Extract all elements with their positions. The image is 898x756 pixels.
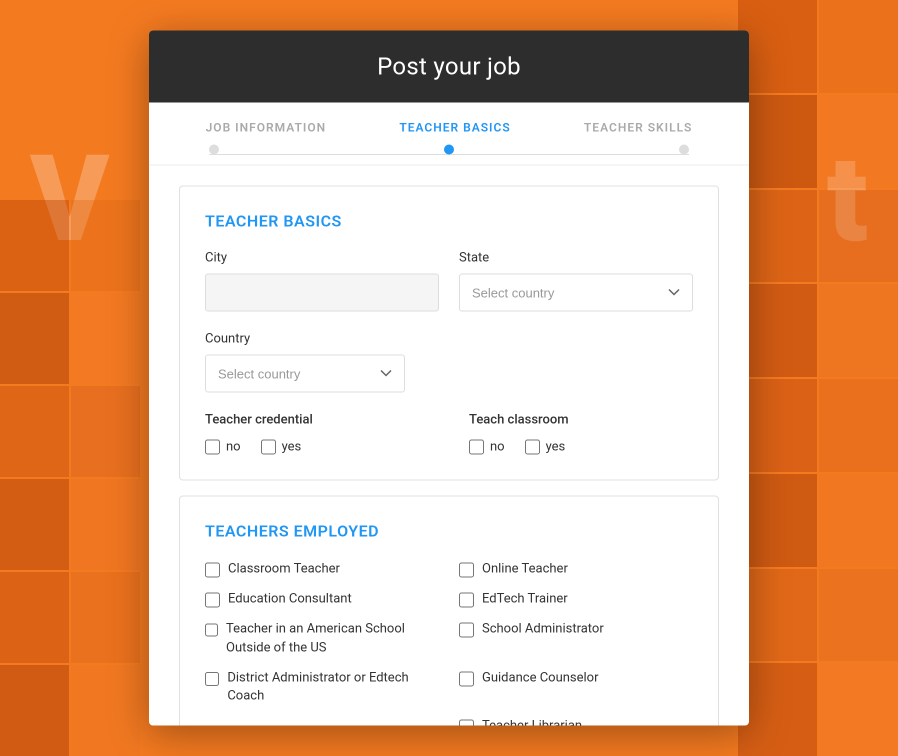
tab-dot-1	[209, 145, 219, 155]
tab-navigation: JOB INFORMATION TEACHER BASICS TEACHER S…	[149, 103, 749, 166]
tab-dot-3	[679, 145, 689, 155]
credential-yes-label: yes	[282, 440, 302, 455]
employed-grid: Classroom Teacher Online Teacher Educati…	[205, 561, 693, 726]
credential-no-checkbox[interactable]	[205, 440, 220, 455]
tab-dots	[209, 145, 689, 165]
state-select[interactable]: Select country	[459, 274, 693, 312]
employed-item-teacher-librarian: Teacher Librarian	[459, 718, 693, 726]
empty-group	[459, 332, 693, 393]
employed-item-classroom-teacher: Classroom Teacher	[205, 561, 439, 579]
employed-label-guidance-counselor: Guidance Counselor	[482, 669, 599, 687]
employed-label-teacher-librarian: Teacher Librarian	[482, 718, 582, 726]
employed-label-district-admin: District Administrator or Edtech Coach	[227, 669, 439, 705]
teacher-credential-group: Teacher credential no yes	[205, 413, 429, 455]
teachers-employed-section: TEACHERS EMPLOYED Classroom Teacher Onli…	[179, 496, 719, 726]
classroom-no-item: no	[469, 440, 505, 455]
modal-title: Post your job	[179, 53, 719, 81]
teacher-credential-options: no yes	[205, 440, 429, 455]
city-input[interactable]	[205, 274, 439, 312]
country-row: Country Select country	[205, 332, 693, 393]
employed-label-online-teacher: Online Teacher	[482, 561, 568, 579]
employed-checkbox-teacher-librarian[interactable]	[459, 720, 474, 726]
employed-checkbox-district-admin[interactable]	[205, 671, 219, 686]
classroom-no-label: no	[490, 440, 505, 455]
tab-labels: JOB INFORMATION TEACHER BASICS TEACHER S…	[149, 121, 749, 145]
employed-item-school-administrator: School Administrator	[459, 621, 693, 657]
modal: Post your job JOB INFORMATION TEACHER BA…	[149, 31, 749, 726]
tab-dot-2	[444, 145, 454, 155]
tab-teacher-skills[interactable]: TEACHER SKILLS	[584, 121, 692, 135]
modal-header: Post your job	[149, 31, 749, 103]
employed-checkbox-american-school[interactable]	[205, 623, 218, 638]
employed-item-online-teacher: Online Teacher	[459, 561, 693, 579]
country-group: Country Select country	[205, 332, 439, 393]
classroom-yes-item: yes	[525, 440, 566, 455]
credential-row: Teacher credential no yes Teach classroo	[205, 413, 693, 455]
employed-item-education-consultant: Education Consultant	[205, 591, 439, 609]
teacher-basics-section: TEACHER BASICS City State Select country…	[179, 186, 719, 481]
credential-no-label: no	[226, 440, 241, 455]
employed-item-guidance-counselor: Guidance Counselor	[459, 669, 693, 705]
tab-job-information[interactable]: JOB INFORMATION	[206, 121, 326, 135]
teach-classroom-label: Teach classroom	[469, 413, 693, 428]
employed-item-american-school: Teacher in an American School Outside of…	[205, 621, 439, 657]
employed-label-education-consultant: Education Consultant	[228, 591, 352, 609]
country-select[interactable]: Select country	[205, 355, 405, 393]
employed-label-american-school: Teacher in an American School Outside of…	[226, 621, 439, 657]
bg-photos-left	[0, 200, 140, 756]
employed-label-edtech-trainer: EdTech Trainer	[482, 591, 568, 609]
employed-item-edtech-trainer: EdTech Trainer	[459, 591, 693, 609]
employed-checkbox-edtech-trainer[interactable]	[459, 593, 474, 608]
teacher-basics-title: TEACHER BASICS	[205, 212, 693, 231]
teachers-employed-title: TEACHERS EMPLOYED	[205, 522, 693, 541]
classroom-no-checkbox[interactable]	[469, 440, 484, 455]
state-group: State Select country	[459, 251, 693, 312]
credential-no-item: no	[205, 440, 241, 455]
employed-checkbox-classroom-teacher[interactable]	[205, 563, 220, 578]
teach-classroom-options: no yes	[469, 440, 693, 455]
classroom-yes-checkbox[interactable]	[525, 440, 540, 455]
employed-checkbox-school-administrator[interactable]	[459, 623, 474, 638]
city-state-row: City State Select country	[205, 251, 693, 312]
city-group: City	[205, 251, 439, 312]
tab-teacher-basics[interactable]: TEACHER BASICS	[399, 121, 510, 135]
employed-checkbox-online-teacher[interactable]	[459, 563, 474, 578]
state-label: State	[459, 251, 693, 266]
teacher-credential-label: Teacher credential	[205, 413, 429, 428]
bg-photos-right	[738, 0, 898, 756]
employed-label-classroom-teacher: Classroom Teacher	[228, 561, 340, 579]
employed-label-school-administrator: School Administrator	[482, 621, 604, 639]
teach-classroom-group: Teach classroom no yes	[469, 413, 693, 455]
modal-body: TEACHER BASICS City State Select country…	[149, 166, 749, 726]
credential-yes-item: yes	[261, 440, 302, 455]
employed-item-district-admin: District Administrator or Edtech Coach	[205, 669, 439, 705]
country-label: Country	[205, 332, 439, 347]
employed-checkbox-guidance-counselor[interactable]	[459, 671, 474, 686]
city-label: City	[205, 251, 439, 266]
classroom-yes-label: yes	[546, 440, 566, 455]
credential-yes-checkbox[interactable]	[261, 440, 276, 455]
employed-checkbox-education-consultant[interactable]	[205, 593, 220, 608]
